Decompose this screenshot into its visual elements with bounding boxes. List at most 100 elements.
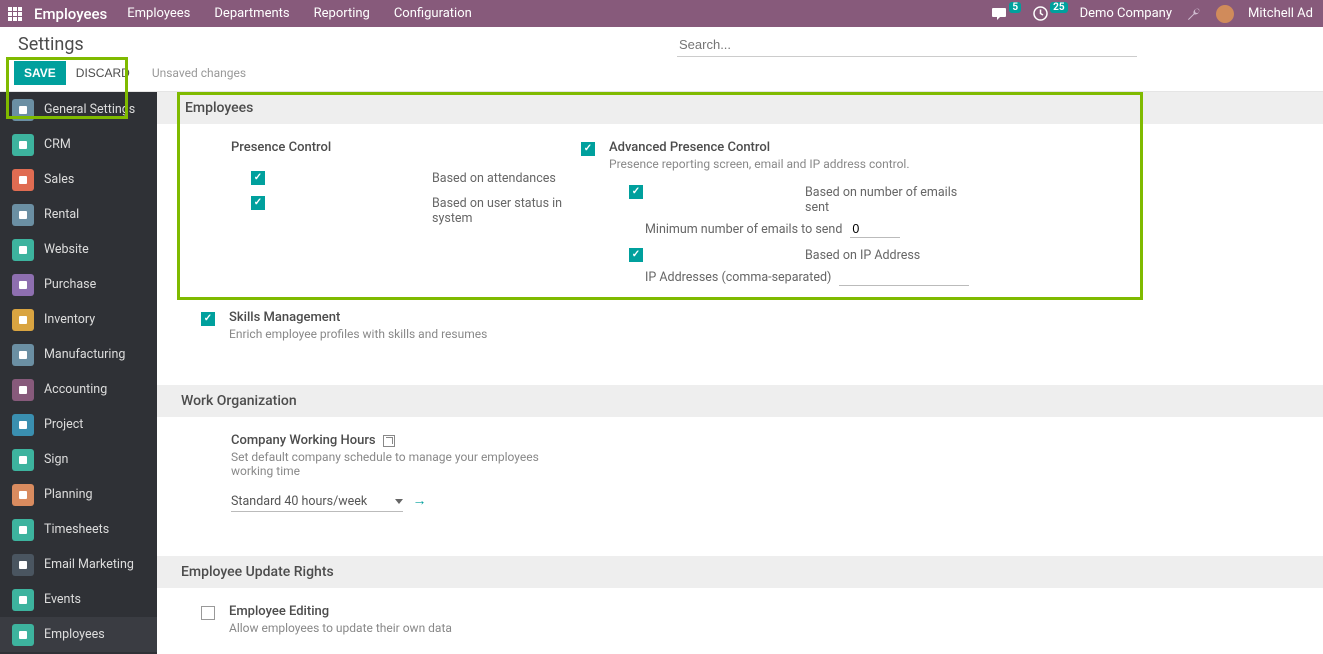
sidebar-item-employees[interactable]: Employees bbox=[0, 617, 157, 652]
working-hours-desc: Set default company schedule to manage y… bbox=[231, 450, 563, 478]
activities-badge[interactable]: 25 bbox=[1033, 6, 1065, 21]
topbar: Employees Employees Departments Reportin… bbox=[0, 0, 1323, 27]
sidebar-item-label: Inventory bbox=[44, 312, 95, 327]
sidebar-item-planning[interactable]: Planning bbox=[0, 477, 157, 512]
lbl-min-emails: Minimum number of emails to send bbox=[645, 222, 842, 237]
sidebar-item-rental[interactable]: Rental bbox=[0, 197, 157, 232]
advanced-presence-title: Advanced Presence Control bbox=[609, 140, 1299, 155]
chk-advanced-presence[interactable] bbox=[581, 142, 595, 156]
menu-reporting[interactable]: Reporting bbox=[314, 6, 370, 21]
sidebar-icon bbox=[12, 169, 34, 191]
page-title: Settings bbox=[18, 34, 652, 55]
sidebar-item-label: General Settings bbox=[44, 102, 135, 117]
top-menu: Employees Departments Reporting Configur… bbox=[127, 6, 472, 21]
lbl-user-status: Based on user status in system bbox=[432, 196, 572, 226]
sidebar-item-label: CRM bbox=[44, 137, 71, 152]
chk-skills-management[interactable] bbox=[201, 312, 215, 326]
sidebar-item-accounting[interactable]: Accounting bbox=[0, 372, 157, 407]
section-header-employees: Employees bbox=[157, 92, 1323, 124]
sidebar-item-purchase[interactable]: Purchase bbox=[0, 267, 157, 302]
chk-emails-sent[interactable] bbox=[629, 185, 643, 199]
sidebar-item-label: Email Marketing bbox=[44, 557, 134, 572]
sidebar-item-label: Rental bbox=[44, 207, 79, 222]
skills-title: Skills Management bbox=[229, 310, 487, 325]
app-title[interactable]: Employees bbox=[34, 5, 107, 23]
chat-icon bbox=[991, 7, 1007, 21]
sidebar-icon bbox=[12, 239, 34, 261]
sidebar-item-label: Timesheets bbox=[44, 522, 109, 537]
sidebar-icon bbox=[12, 589, 34, 611]
sidebar-item-sales[interactable]: Sales bbox=[0, 162, 157, 197]
sidebar-item-label: Accounting bbox=[44, 382, 107, 397]
sidebar-icon bbox=[12, 344, 34, 366]
clock-icon bbox=[1033, 6, 1048, 21]
sidebar-icon bbox=[12, 379, 34, 401]
sidebar-item-label: Website bbox=[44, 242, 89, 257]
lbl-ip-addresses: IP Addresses (comma-separated) bbox=[645, 270, 831, 285]
sidebar-item-project[interactable]: Project bbox=[0, 407, 157, 442]
debug-icon[interactable] bbox=[1186, 6, 1202, 22]
sidebar-icon bbox=[12, 134, 34, 156]
sidebar-item-label: Purchase bbox=[44, 277, 96, 292]
chk-user-status[interactable] bbox=[251, 196, 265, 210]
messages-count: 5 bbox=[1009, 2, 1021, 13]
sidebar-icon bbox=[12, 449, 34, 471]
sidebar-icon bbox=[12, 309, 34, 331]
sidebar-item-inventory[interactable]: Inventory bbox=[0, 302, 157, 337]
sidebar-icon bbox=[12, 414, 34, 436]
search-input[interactable] bbox=[677, 33, 1137, 57]
sidebar-item-events[interactable]: Events bbox=[0, 582, 157, 617]
sidebar-icon bbox=[12, 484, 34, 506]
menu-configuration[interactable]: Configuration bbox=[394, 6, 472, 21]
chk-employee-editing[interactable] bbox=[201, 606, 215, 620]
lbl-emails-sent: Based on number of emails sent bbox=[805, 185, 965, 215]
working-hours-title: Company Working Hours bbox=[231, 433, 376, 448]
sidebar-item-sign[interactable]: Sign bbox=[0, 442, 157, 477]
section-header-update-rights: Employee Update Rights bbox=[157, 556, 1323, 588]
messages-badge[interactable]: 5 bbox=[991, 7, 1019, 21]
chk-attendances[interactable] bbox=[251, 171, 265, 185]
chk-ip-address[interactable] bbox=[629, 248, 643, 262]
working-hours-value: Standard 40 hours/week bbox=[231, 494, 367, 509]
menu-departments[interactable]: Departments bbox=[214, 6, 289, 21]
external-link-icon[interactable] bbox=[383, 435, 395, 447]
sidebar-item-label: Planning bbox=[44, 487, 93, 502]
sidebar-icon bbox=[12, 204, 34, 226]
control-panel: Settings SAVE DISCARD Unsaved changes bbox=[0, 27, 1323, 92]
sidebar-icon bbox=[12, 99, 34, 121]
sidebar-icon bbox=[12, 274, 34, 296]
sidebar-icon bbox=[12, 519, 34, 541]
section-header-work-org: Work Organization bbox=[157, 385, 1323, 417]
sidebar-item-manufacturing[interactable]: Manufacturing bbox=[0, 337, 157, 372]
sidebar-item-label: Sales bbox=[44, 172, 74, 187]
sidebar-item-label: Events bbox=[44, 592, 81, 607]
sidebar-item-crm[interactable]: CRM bbox=[0, 127, 157, 162]
company-name[interactable]: Demo Company bbox=[1080, 6, 1172, 21]
activities-count: 25 bbox=[1050, 2, 1067, 13]
caret-down-icon bbox=[395, 499, 403, 504]
sidebar-item-timesheets[interactable]: Timesheets bbox=[0, 512, 157, 547]
sidebar-item-label: Sign bbox=[44, 452, 68, 467]
sidebar-icon bbox=[12, 624, 34, 646]
presence-control-title: Presence Control bbox=[231, 140, 581, 155]
user-name[interactable]: Mitchell Ad bbox=[1248, 6, 1313, 21]
avatar[interactable] bbox=[1216, 5, 1234, 23]
arrow-right-icon[interactable]: → bbox=[412, 493, 426, 509]
sidebar-item-email-marketing[interactable]: Email Marketing bbox=[0, 547, 157, 582]
save-button[interactable]: SAVE bbox=[14, 61, 66, 85]
advanced-presence-desc: Presence reporting screen, email and IP … bbox=[609, 157, 1299, 171]
sidebar-item-label: Manufacturing bbox=[44, 347, 125, 362]
sidebar-item-general-settings[interactable]: General Settings bbox=[0, 92, 157, 127]
working-hours-select[interactable]: Standard 40 hours/week bbox=[231, 492, 403, 512]
menu-employees[interactable]: Employees bbox=[127, 6, 190, 21]
employee-editing-desc: Allow employees to update their own data bbox=[229, 621, 452, 635]
sidebar-item-website[interactable]: Website bbox=[0, 232, 157, 267]
input-ip-addresses[interactable] bbox=[839, 269, 969, 286]
discard-button[interactable]: DISCARD bbox=[66, 61, 140, 85]
input-min-emails[interactable] bbox=[850, 221, 900, 238]
sidebar-item-label: Project bbox=[44, 417, 83, 432]
sidebar-icon bbox=[12, 554, 34, 576]
search-box[interactable] bbox=[677, 33, 1137, 57]
unsaved-label: Unsaved changes bbox=[152, 66, 246, 80]
apps-icon[interactable] bbox=[0, 0, 30, 27]
